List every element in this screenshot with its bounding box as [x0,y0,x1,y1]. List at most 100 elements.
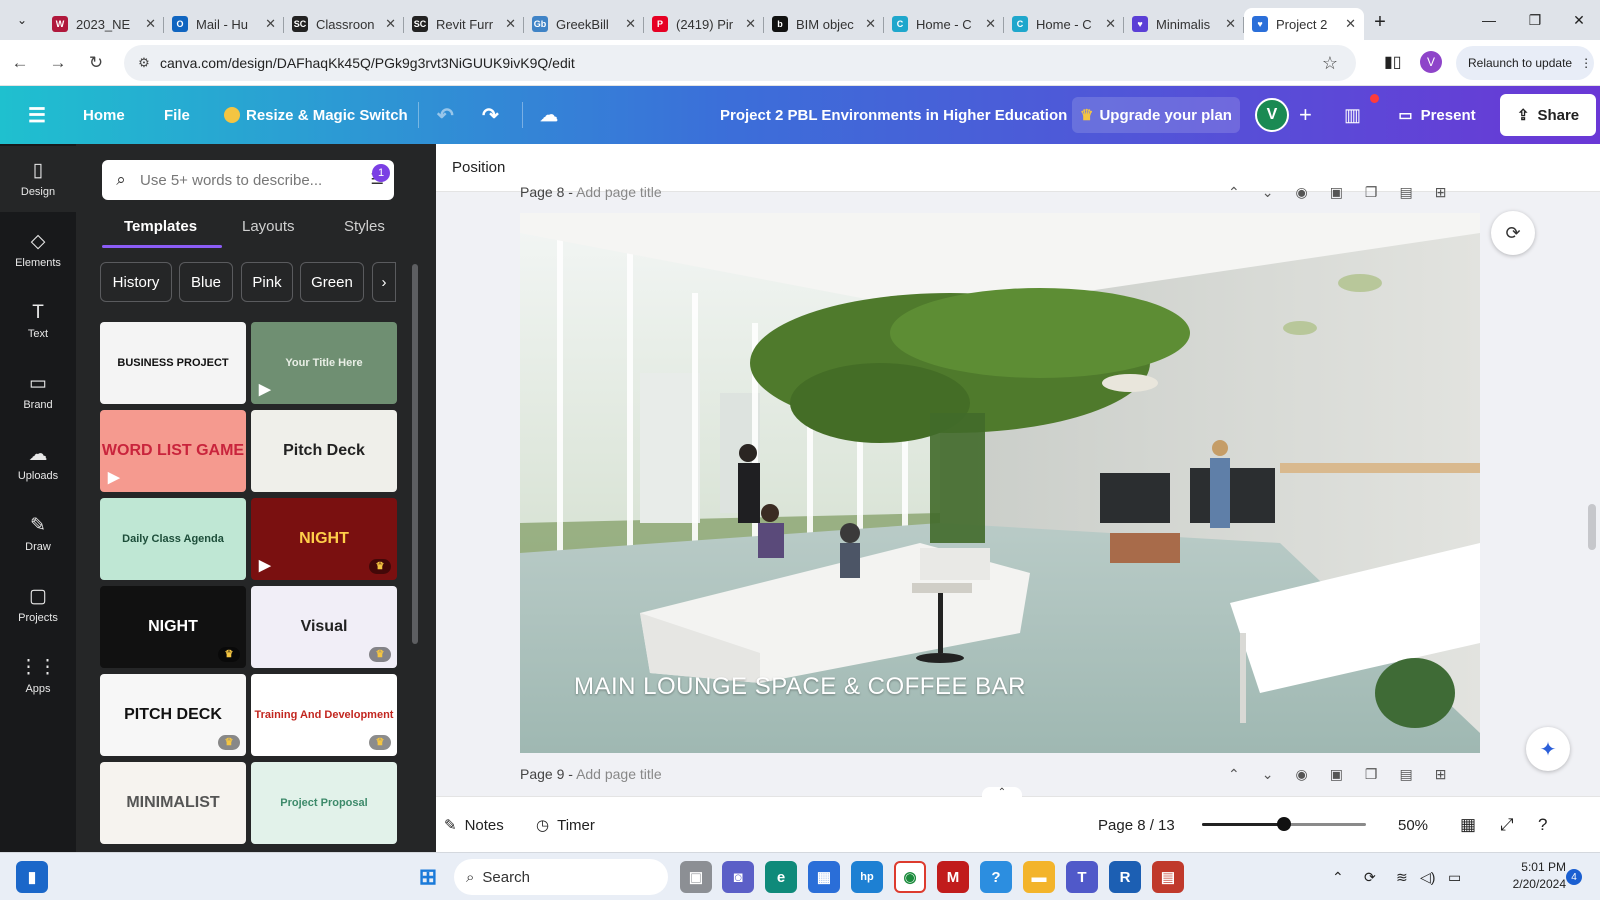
browser-tab[interactable]: b BIM objec ✕ [764,8,884,40]
close-tab-icon[interactable]: ✕ [1225,16,1236,32]
chip-green[interactable]: Green [300,262,364,302]
tab-styles[interactable]: Styles [344,218,385,246]
magic-sparkle-icon[interactable]: ✦ [1526,727,1570,771]
template-thumbnail[interactable]: BUSINESS PROJECT [100,322,246,404]
undo-icon[interactable]: ↶ [437,86,454,144]
move-down-icon[interactable]: ⌄ [1262,184,1296,200]
browser-tab[interactable]: C Home - C ✕ [1004,8,1124,40]
close-tab-icon[interactable]: ✕ [145,16,156,32]
template-thumbnail[interactable]: NIGHT ♛ [100,586,246,668]
wifi-icon[interactable]: ≋ [1396,853,1408,901]
battery-icon[interactable]: ▭ [1448,853,1461,901]
reload-button[interactable]: ↻ [78,45,114,81]
help-tips-icon[interactable]: ? [980,861,1012,893]
system-clock[interactable]: 5:01 PM 2/20/2024 [1490,859,1566,893]
profile-avatar[interactable]: V [1420,51,1442,73]
nav-draw[interactable]: ✎ Draw [0,501,76,567]
duplicate-icon[interactable]: ❐ [1365,184,1400,200]
chrome-icon[interactable]: ◉ [894,861,926,893]
timer-button[interactable]: ◷ Timer [536,797,595,853]
maximize-button[interactable]: ❐ [1512,0,1558,40]
document-title[interactable]: Project 2 PBL Environments in Higher Edu… [720,86,1067,144]
redo-icon[interactable]: ↷ [482,86,499,144]
nav-elements[interactable]: ◇ Elements [0,217,76,283]
page-9-title[interactable]: Page 9 - Add page title [520,766,662,782]
template-search[interactable]: ⌕ Use 5+ words to describe... ☰ 1 [102,160,394,200]
browser-tab[interactable]: SC Revit Furr ✕ [404,8,524,40]
show-pages-chevron-icon[interactable]: ⌃ [982,787,1022,801]
template-thumbnail[interactable]: WORD LIST GAME ▶ [100,410,246,492]
refresh-comment-icon[interactable]: ⟳ [1491,211,1535,255]
widgets-icon[interactable]: ▮ [16,861,48,893]
nav-uploads[interactable]: ☁ Uploads [0,430,76,496]
insights-chart-icon[interactable]: ▥ [1344,86,1361,144]
template-thumbnail[interactable]: Project Proposal [251,762,397,844]
myhp-icon[interactable]: hp [851,861,883,893]
move-down-icon[interactable]: ⌄ [1262,766,1296,782]
slide-caption[interactable]: MAIN LOUNGE SPACE & COFFEE BAR [574,673,1026,701]
nav-apps[interactable]: ⋮⋮ Apps [0,643,76,709]
share-button[interactable]: ⇪ Share [1500,94,1596,136]
close-tab-icon[interactable]: ✕ [745,16,756,32]
close-tab-icon[interactable]: ✕ [625,16,636,32]
close-tab-icon[interactable]: ✕ [385,16,396,32]
tab-templates[interactable]: Templates [124,218,197,246]
tray-overflow-icon[interactable]: ⌃ [1332,853,1344,901]
teams-icon[interactable]: T [1066,861,1098,893]
page-9-title-placeholder[interactable]: Add page title [576,766,662,782]
zoom-level[interactable]: 50% [1398,797,1428,853]
bookmark-star-icon[interactable]: ☆ [1322,53,1338,74]
page-indicator[interactable]: Page 8 / 13 [1098,797,1175,853]
chip-blue[interactable]: Blue [179,262,233,302]
nav-brand[interactable]: ▭ Brand [0,359,76,425]
relaunch-button[interactable]: Relaunch to update ⋮ [1456,46,1594,80]
upgrade-plan-button[interactable]: ♛ Upgrade your plan [1072,97,1240,133]
task-view-icon[interactable]: ▣ [680,861,712,893]
taskbar-search[interactable]: ⌕ Search [454,859,668,895]
hide-page-icon[interactable]: ◉ [1295,766,1329,782]
close-tab-icon[interactable]: ✕ [1105,16,1116,32]
close-tab-icon[interactable]: ✕ [985,16,996,32]
hide-page-icon[interactable]: ◉ [1295,184,1329,200]
hamburger-menu-icon[interactable]: ☰ [28,86,46,144]
archive-app-icon[interactable]: ▤ [1152,861,1184,893]
chat-icon[interactable]: ◙ [722,861,754,893]
edge-browser-icon[interactable]: e [765,861,797,893]
template-thumbnail[interactable]: Your Title Here ▶ [251,322,397,404]
chip-pink[interactable]: Pink [241,262,293,302]
panel-scrollbar[interactable] [410,248,420,844]
template-thumbnail[interactable]: Training And Development ♛ [251,674,397,756]
grid-view-icon[interactable]: ▦ [1460,797,1476,853]
forward-button[interactable]: → [40,45,76,81]
site-info-icon[interactable]: ⚙ [128,55,160,71]
revit-icon[interactable]: R [1109,861,1141,893]
scrollbar-thumb[interactable] [412,264,418,644]
template-thumbnail[interactable]: PITCH DECK ♛ [100,674,246,756]
template-thumbnail[interactable]: Visual ♛ [251,586,397,668]
back-button[interactable]: ← [2,45,38,81]
move-up-icon[interactable]: ⌃ [1228,766,1262,782]
new-tab-button[interactable]: + [1364,6,1396,38]
editor-scrollbar-thumb[interactable] [1588,504,1596,550]
browser-tab[interactable]: W 2023_NE ✕ [44,8,164,40]
browser-tab[interactable]: SC Classroon ✕ [284,8,404,40]
file-explorer-icon[interactable]: ▬ [1023,861,1055,893]
windows-start-icon[interactable]: ⊞ [412,861,444,893]
volume-icon[interactable]: ◁) [1420,853,1435,901]
notes-button[interactable]: ✎ Notes [444,797,504,853]
move-up-icon[interactable]: ⌃ [1228,184,1262,200]
page-8-title[interactable]: Page 8 - Add page title [520,184,662,200]
add-page-icon[interactable]: ⊞ [1435,766,1469,782]
template-thumbnail[interactable]: Pitch Deck [251,410,397,492]
page-8-title-placeholder[interactable]: Add page title [576,184,662,200]
browser-tab[interactable]: ♥ Project 2 ✕ [1244,8,1364,40]
close-tab-icon[interactable]: ✕ [1345,16,1356,32]
cloud-save-icon[interactable]: ☁ [540,86,558,144]
store-icon[interactable]: ▦ [808,861,840,893]
nav-text[interactable]: T Text [0,288,76,354]
lock-icon[interactable]: ▣ [1330,184,1365,200]
browser-tab[interactable]: Gb GreekBill ✕ [524,8,644,40]
add-page-icon[interactable]: ⊞ [1435,184,1469,200]
template-thumbnail[interactable]: NIGHT ▶ ♛ [251,498,397,580]
present-button[interactable]: ▭ Present [1385,97,1489,133]
